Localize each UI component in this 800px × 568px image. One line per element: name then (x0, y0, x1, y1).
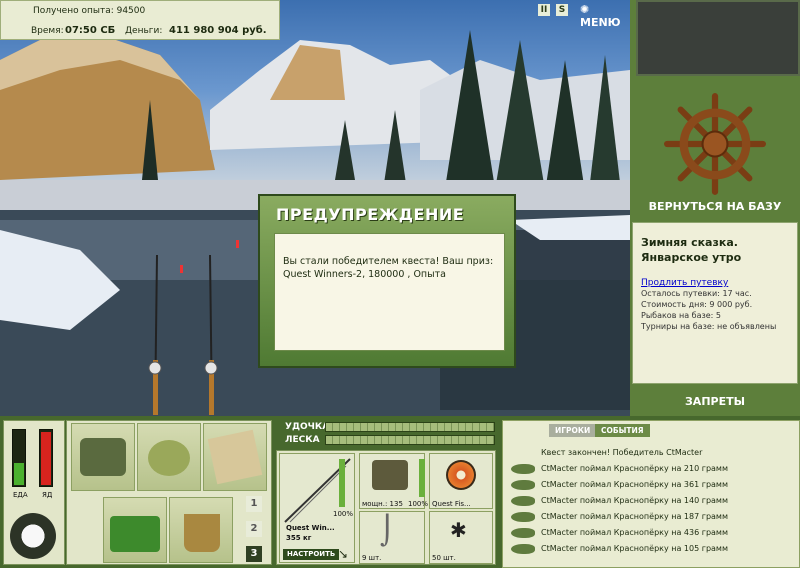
fishers-count: Рыбаков на базе: 5 (641, 311, 721, 320)
dialog-title: ПРЕДУПРЕЖДЕНИЕ (276, 205, 465, 224)
bait-slot[interactable]: ✱ 50 шт. (429, 511, 493, 564)
line-bar-label: ЛЕСКА (285, 435, 320, 445)
page-1-button[interactable]: 1 (246, 496, 262, 512)
bag-icon (80, 438, 126, 476)
food-label: ЕДА (13, 491, 28, 499)
bait-sack-slot[interactable] (137, 423, 201, 491)
ant-bait-icon: ✱ (450, 518, 467, 542)
hook-icon: ⌡ (380, 514, 395, 547)
bucket-slot[interactable] (169, 497, 233, 563)
day-cost: Стоимость дня: 9 000 руб. (641, 300, 753, 309)
location-title: Зимняя сказка. Январское утро (641, 236, 742, 264)
bait-count: 50 шт. (432, 554, 456, 562)
hook-count: 9 шт. (362, 554, 382, 562)
fish-icon (511, 544, 535, 554)
quest-finished-message: Квест закончен! Победитель CtMacter (541, 448, 703, 457)
ship-wheel-icon[interactable] (663, 92, 767, 196)
catch-message: CtMacter поймал Краснопёрку на 105 грамм (541, 544, 728, 553)
right-panel-display (636, 0, 800, 76)
rod-wear-bar (325, 422, 495, 432)
rod-condition-gauge (339, 459, 345, 507)
poison-gauge-fill (41, 431, 51, 485)
bans-button[interactable]: ЗАПРЕТЫ (635, 395, 795, 408)
catch-message: CtMacter поймал Краснопёрку на 210 грамм (541, 464, 728, 473)
player-stats-panel: Получено опыта: 94500 Время: 07:50 СБ Де… (0, 0, 280, 40)
line-wear-bar (325, 435, 495, 445)
line-name: Quest Fis... (432, 500, 471, 508)
catch-message: CtMacter поймал Краснопёрку на 436 грамм (541, 528, 728, 537)
warning-dialog[interactable]: ПРЕДУПРЕЖДЕНИЕ Вы стали победителем квес… (258, 194, 516, 368)
fish-icon (511, 480, 535, 490)
page-3-button[interactable]: 3 (246, 546, 262, 562)
trip-remaining: Осталось путевки: 17 час. (641, 289, 752, 298)
sack-icon (148, 440, 190, 476)
line-spool-icon (446, 460, 476, 490)
map-slot[interactable] (203, 423, 267, 491)
experience-text: Получено опыта: 94500 (33, 6, 146, 16)
fish-icon (511, 496, 535, 506)
reel-icon (372, 460, 408, 490)
menu-label: MENЮ (580, 16, 621, 29)
reel-condition-fill (419, 459, 425, 497)
bucket-icon (184, 514, 220, 552)
map-icon (207, 429, 263, 485)
pause-button[interactable]: II (538, 4, 550, 16)
rod-percent: 100% (333, 510, 354, 518)
fish-icon (511, 528, 535, 538)
food-basket-slot[interactable] (103, 497, 167, 563)
rod-name: Quest Win... (286, 524, 335, 532)
reel-power: мощн.: 135 (362, 500, 403, 508)
fish-icon (511, 464, 535, 474)
reel-slot[interactable]: мощн.: 135 100% (359, 453, 429, 509)
reel-condition-gauge (419, 459, 425, 497)
tab-players[interactable]: ИГРОКИ (549, 424, 597, 437)
return-to-base-button[interactable]: ВЕРНУТЬСЯ НА БАЗУ (635, 200, 795, 214)
status-gauges-box: ЕДА ЯД (3, 420, 65, 565)
catch-message: CtMacter поймал Краснопёрку на 187 грамм (541, 512, 728, 521)
setup-button[interactable]: НАСТРОИТЬ (283, 549, 340, 560)
rod-weight: 355 кг (286, 534, 312, 542)
arrow-icon: ↘ (338, 547, 349, 561)
reel-percent: 100% (408, 500, 429, 508)
tackle-box: Quest Win... 355 кг НАСТРОИТЬ ↘ 100% мощ… (276, 450, 496, 565)
time-value: 07:50 СБ (65, 25, 116, 36)
tab-events[interactable]: СОБЫТИЯ (595, 424, 650, 437)
tackle-bag-slot[interactable] (71, 423, 135, 491)
time-label: Время: (31, 26, 64, 36)
cooking-pot-icon[interactable] (10, 513, 56, 559)
food-gauge (12, 429, 26, 487)
poison-gauge (39, 429, 53, 487)
location-info-panel: Зимняя сказка. Январское утро Продлить п… (632, 222, 798, 384)
line-slot[interactable]: Quest Fis... (429, 453, 493, 509)
sound-button[interactable]: S (556, 4, 568, 16)
dialog-message: Вы стали победителем квеста! Ваш приз: Q… (274, 233, 505, 351)
page-2-button[interactable]: 2 (246, 521, 262, 537)
basket-icon (110, 516, 160, 552)
rod-condition-fill (339, 459, 345, 507)
poison-label: ЯД (42, 491, 53, 499)
gear-icon: ✺ (580, 3, 590, 16)
tournaments-status: Турниры на базе: не объявлены (641, 322, 777, 331)
food-gauge-fill (14, 462, 24, 485)
catch-message: CtMacter поймал Краснопёрку на 361 грамм (541, 480, 728, 489)
rod-bar-label: УДОЧКА (285, 422, 330, 432)
events-chat-panel: ИГРОКИ СОБЫТИЯ Квест закончен! Победител… (502, 420, 800, 568)
catch-message: CtMacter поймал Краснопёрку на 140 грамм (541, 496, 728, 505)
hook-slot[interactable]: ⌡ 9 шт. (359, 511, 425, 564)
fish-icon (511, 512, 535, 522)
extend-trip-link[interactable]: Продлить путевку (641, 278, 789, 288)
money-label: Деньги: (125, 26, 163, 36)
top-toolbar: II S ✺ MENЮ (530, 0, 630, 29)
game-screen: Получено опыта: 94500 Время: 07:50 СБ Де… (0, 0, 800, 568)
money-value: 411 980 904 руб. (169, 25, 267, 36)
menu-button[interactable]: ✺ MENЮ (580, 3, 630, 29)
inventory-box (66, 420, 272, 565)
